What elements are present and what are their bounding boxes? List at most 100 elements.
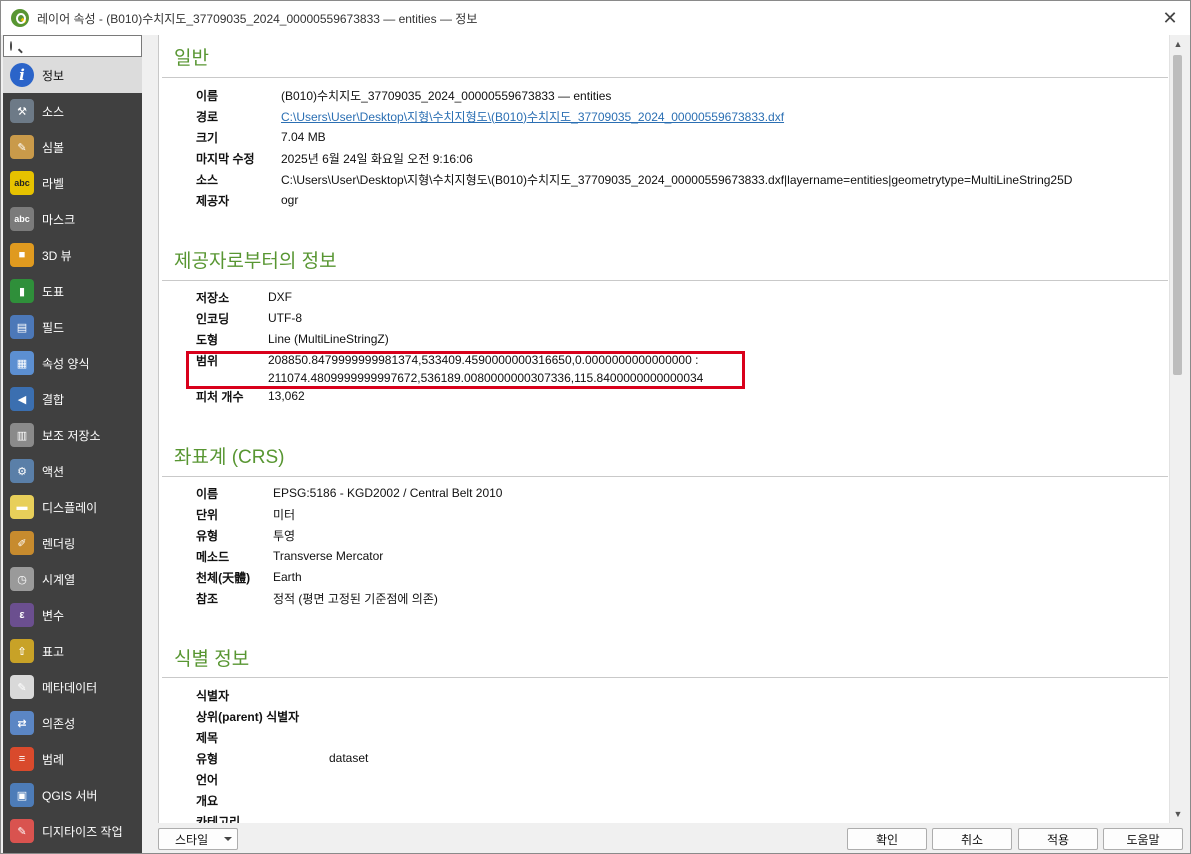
actions-gear-icon: ⚙ xyxy=(10,459,34,483)
row-value: Earth xyxy=(273,570,302,584)
sidebar-item-label: 액션 xyxy=(42,464,65,479)
row-value: 투영 xyxy=(273,528,296,543)
sidebar-item-3[interactable]: abc 라벨 xyxy=(3,165,142,201)
row-value: ogr xyxy=(281,193,299,207)
help-button[interactable]: 도움말 xyxy=(1103,828,1183,850)
sidebar-item-19[interactable]: ≡ 범례 xyxy=(3,741,142,777)
sidebar-item-6[interactable]: ▮ 도표 xyxy=(3,273,142,309)
sidebar-item-14[interactable]: ◷ 시계열 xyxy=(3,561,142,597)
labels-abc-icon: abc xyxy=(10,171,34,195)
scrollbar-thumb[interactable] xyxy=(1173,55,1182,375)
sidebar-item-4[interactable]: abc 마스크 xyxy=(3,201,142,237)
splitter[interactable] xyxy=(142,35,158,853)
row-key: 인코딩 xyxy=(196,311,230,326)
close-icon[interactable]: ✕ xyxy=(1160,8,1180,28)
sidebar-item-18[interactable]: ⇄ 의존성 xyxy=(3,705,142,741)
sidebar-item-label: 메타데이터 xyxy=(42,680,98,695)
general-row-name: 이름 (B010)수치지도_37709035_2024_000005596738… xyxy=(196,85,611,105)
sidebar-item-1[interactable]: ⚒ 소스 xyxy=(3,93,142,129)
title-bar: 레이어 속성 - (B010)수치지도_37709035_2024_000005… xyxy=(1,1,1190,35)
row-value: C:\Users\User\Desktop\지형\수치지형도\(B010)수치지… xyxy=(281,172,1073,187)
legend-icon: ≡ xyxy=(10,747,34,771)
row-value: 208850.8479999999981374,533409.459000000… xyxy=(268,353,699,367)
chevron-down-icon xyxy=(224,837,232,841)
ok-button[interactable]: 확인 xyxy=(847,828,927,850)
sidebar-item-5[interactable]: ■ 3D 뷰 xyxy=(3,237,142,273)
sidebar-item-12[interactable]: ▬ 디스플레이 xyxy=(3,489,142,525)
info-content: 일반 이름 (B010)수치지도_37709035_2024_000005596… xyxy=(159,35,1169,823)
sidebar-item-label: 결합 xyxy=(42,392,65,407)
apply-button[interactable]: 적용 xyxy=(1018,828,1098,850)
metadata-icon: ✎ xyxy=(10,675,34,699)
mask-abc-icon: abc xyxy=(10,207,34,231)
sidebar-item-17[interactable]: ✎ 메타데이터 xyxy=(3,669,142,705)
variables-epsilon-icon: ε xyxy=(10,603,34,627)
sidebar-item-11[interactable]: ⚙ 액션 xyxy=(3,453,142,489)
sidebar-item-label: 시계열 xyxy=(42,572,76,587)
ident-row-abstract: 개요 xyxy=(196,790,218,810)
sidebar-item-8[interactable]: ▦ 속성 양식 xyxy=(3,345,142,381)
style-dropdown-button[interactable]: 스타일 xyxy=(158,828,238,850)
joins-icon: ◀ xyxy=(10,387,34,411)
sidebar-item-10[interactable]: ▥ 보조 저장소 xyxy=(3,417,142,453)
row-value: 211074.4809999999997672,536189.008000000… xyxy=(268,371,704,385)
row-value: 2025년 6월 24일 화요일 오전 9:16:06 xyxy=(281,151,473,166)
row-key: 개요 xyxy=(196,793,219,808)
general-row-source: 소스 C:\Users\User\Desktop\지형\수치지형도\(B010)… xyxy=(196,169,1072,189)
row-key: 이름 xyxy=(196,88,219,103)
sidebar-item-label: 렌더링 xyxy=(42,536,76,551)
cancel-button[interactable]: 취소 xyxy=(932,828,1012,850)
row-key: 마지막 수정 xyxy=(196,151,255,166)
provider-row-geometry: 도형 Line (MultiLineStringZ) xyxy=(196,329,389,349)
sidebar-list: i 정보 ⚒ 소스 ✎ 심볼 abc 라벨 abc 마스크 ■ 3D 뷰 ▮ 도표 ▤ 필드 ▦ 속성 양식 ◀ 결합… xyxy=(3,57,142,849)
rendering-brush-icon: ✐ xyxy=(10,531,34,555)
provider-row-encoding: 인코딩 UTF-8 xyxy=(196,308,302,328)
symbology-brush-icon: ✎ xyxy=(10,135,34,159)
ident-row-title: 제목 xyxy=(196,727,218,747)
section-heading-identification: 식별 정보 xyxy=(174,649,250,670)
sidebar-item-13[interactable]: ✐ 렌더링 xyxy=(3,525,142,561)
sidebar-item-0[interactable]: i 정보 xyxy=(3,57,142,93)
sidebar-item-label: 라벨 xyxy=(42,176,65,191)
sidebar-item-label: 소스 xyxy=(42,104,65,119)
row-key: 유형 xyxy=(196,751,219,766)
sidebar-item-label: 정보 xyxy=(42,68,65,83)
sidebar-item-label: QGIS 서버 xyxy=(42,788,98,803)
divider xyxy=(162,280,1168,281)
path-link[interactable]: C:\Users\User\Desktop\지형\수치지형도\(B010)수치지… xyxy=(281,108,784,125)
ident-row-type: 유형 dataset xyxy=(196,748,368,768)
row-key: 범위 xyxy=(196,353,219,368)
row-value: UTF-8 xyxy=(268,311,302,325)
crs-row-method: 메소드 Transverse Mercator xyxy=(196,546,383,566)
vertical-scrollbar[interactable]: ▲ ▼ xyxy=(1169,35,1184,823)
row-key: 메소드 xyxy=(196,549,230,564)
sidebar-item-21[interactable]: ✎ 디지타이즈 작업 xyxy=(3,813,142,849)
sidebar-item-7[interactable]: ▤ 필드 xyxy=(3,309,142,345)
row-value: Line (MultiLineStringZ) xyxy=(268,332,389,346)
general-row-path: 경로 C:\Users\User\Desktop\지형\수치지형도\(B010)… xyxy=(196,106,784,126)
divider xyxy=(162,77,1168,78)
sidebar-item-label: 필드 xyxy=(42,320,65,335)
row-key: 단위 xyxy=(196,507,219,522)
sidebar-item-20[interactable]: ▣ QGIS 서버 xyxy=(3,777,142,813)
scroll-up-icon[interactable]: ▲ xyxy=(1173,39,1183,49)
row-value: 7.04 MB xyxy=(281,130,326,144)
diagram-icon: ▮ xyxy=(10,279,34,303)
style-button-label: 스타일 xyxy=(175,832,209,847)
ident-row-identifier: 식별자 xyxy=(196,685,229,705)
sidebar-item-15[interactable]: ε 변수 xyxy=(3,597,142,633)
qgis-server-icon: ▣ xyxy=(10,783,34,807)
sidebar: i 정보 ⚒ 소스 ✎ 심볼 abc 라벨 abc 마스크 ■ 3D 뷰 ▮ 도표 ▤ 필드 ▦ 속성 양식 ◀ 결합… xyxy=(3,35,142,853)
search-input[interactable] xyxy=(18,39,142,53)
sidebar-item-16[interactable]: ⇧ 표고 xyxy=(3,633,142,669)
sidebar-item-2[interactable]: ✎ 심볼 xyxy=(3,129,142,165)
sidebar-item-label: 변수 xyxy=(42,608,65,623)
digitizing-icon: ✎ xyxy=(10,819,34,843)
sidebar-search xyxy=(3,35,142,57)
row-value: dataset xyxy=(329,751,369,765)
sidebar-item-label: 도표 xyxy=(42,284,65,299)
sidebar-item-9[interactable]: ◀ 결합 xyxy=(3,381,142,417)
provider-row-feature-count: 피처 개수 13,062 xyxy=(196,386,305,406)
scroll-down-icon[interactable]: ▼ xyxy=(1173,809,1183,819)
row-value: 13,062 xyxy=(268,389,305,403)
